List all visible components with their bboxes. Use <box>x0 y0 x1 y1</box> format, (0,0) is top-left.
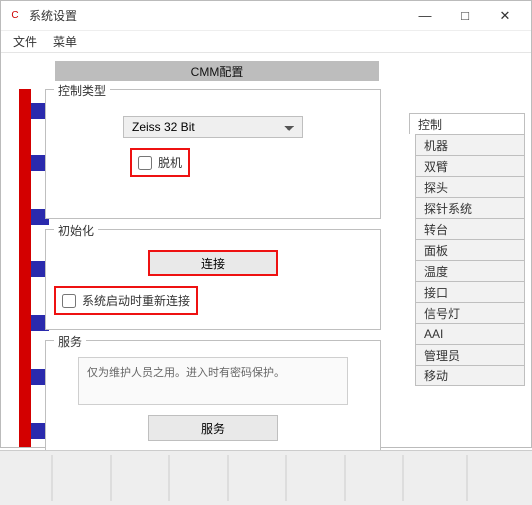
tab-item[interactable]: 双臂 <box>415 155 525 176</box>
tab-item[interactable]: 信号灯 <box>415 302 525 323</box>
tab-item[interactable]: 面板 <box>415 239 525 260</box>
offline-checkbox-row[interactable]: 脱机 <box>130 148 190 177</box>
minimize-button[interactable]: — <box>405 2 445 30</box>
tab-item[interactable]: 探针系统 <box>415 197 525 218</box>
window-controls: — □ ✕ <box>405 2 525 30</box>
menubar: 文件 菜单 <box>1 31 531 53</box>
offline-checkbox[interactable] <box>138 156 152 170</box>
connect-button[interactable]: 连接 <box>148 250 278 276</box>
menu-file[interactable]: 文件 <box>5 31 45 52</box>
group-legend: 服务 <box>54 333 86 350</box>
reconnect-checkbox-row[interactable]: 系统启动时重新连接 <box>54 286 198 315</box>
offline-label: 脱机 <box>158 154 182 171</box>
service-button[interactable]: 服务 <box>148 415 278 441</box>
group-init: 初始化 连接 系统启动时重新连接 <box>45 229 381 330</box>
control-type-combo[interactable]: Zeiss 32 Bit <box>123 116 303 138</box>
window-title: 系统设置 <box>29 7 405 24</box>
tab-item[interactable]: 移动 <box>415 365 525 386</box>
close-button[interactable]: ✕ <box>485 2 525 30</box>
main-column: 控制类型 Zeiss 32 Bit 脱机 初始化 连接 系统启动时重新连接 <box>45 89 381 447</box>
tab-item[interactable]: 机器 <box>415 134 525 155</box>
maximize-button[interactable]: □ <box>445 2 485 30</box>
tab-item[interactable]: 温度 <box>415 260 525 281</box>
bottom-bar <box>0 450 532 505</box>
side-tabs: 控制机器双臂探头探针系统转台面板温度接口信号灯AAI管理员移动 <box>409 113 525 386</box>
window-body: CMM配置 控制类型 Zeiss 32 Bit 脱机 <box>1 53 531 447</box>
group-legend: 控制类型 <box>54 82 110 99</box>
reconnect-label: 系统启动时重新连接 <box>82 292 190 309</box>
tab-item[interactable]: 接口 <box>415 281 525 302</box>
group-service: 服务 仅为维护人员之用。进入时有密码保护。 服务 <box>45 340 381 454</box>
app-icon: C <box>7 8 23 24</box>
settings-window: C 系统设置 — □ ✕ 文件 菜单 CMM配置 控制类型 Z <box>0 0 532 448</box>
titlebar: C 系统设置 — □ ✕ <box>1 1 531 31</box>
tab-item[interactable]: 探头 <box>415 176 525 197</box>
tab-item[interactable]: AAI <box>415 323 525 344</box>
service-info-text: 仅为维护人员之用。进入时有密码保护。 <box>78 357 348 405</box>
menu-menu[interactable]: 菜单 <box>45 31 85 52</box>
group-control-type: 控制类型 Zeiss 32 Bit 脱机 <box>45 89 381 219</box>
left-indicator-strip <box>19 89 31 447</box>
group-legend: 初始化 <box>54 222 98 239</box>
tab-item[interactable]: 管理员 <box>415 344 525 365</box>
reconnect-checkbox[interactable] <box>62 294 76 308</box>
page-banner: CMM配置 <box>55 61 379 81</box>
tab-item[interactable]: 控制 <box>409 113 525 134</box>
tab-item[interactable]: 转台 <box>415 218 525 239</box>
